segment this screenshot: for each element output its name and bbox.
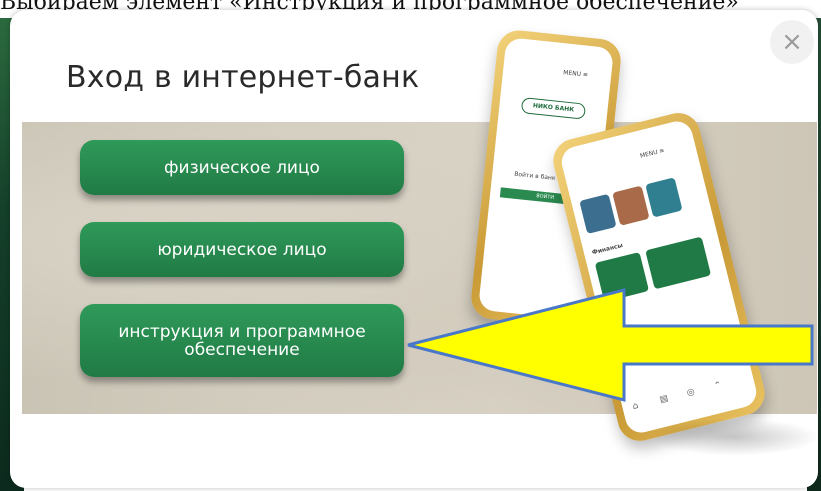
legal-entity-button-label: юридическое лицо	[157, 239, 327, 260]
promo-tile	[579, 193, 617, 235]
individual-button[interactable]: физическое лицо	[80, 140, 404, 195]
login-modal: Вход в интернет-банк × физическое лицо ю…	[10, 10, 818, 488]
close-icon: ×	[781, 27, 803, 57]
phone2-section-title: Финансы	[591, 241, 624, 257]
phone2-menu: MENU ≡	[639, 147, 666, 160]
modal-title: Вход в интернет-банк	[66, 60, 420, 95]
bank-logo: НИКО БАНК	[520, 97, 587, 120]
promo-tile	[612, 185, 650, 226]
instructions-label-line2: обеспечение	[184, 339, 300, 360]
individual-button-label: физическое лицо	[164, 157, 320, 178]
phone1-login-text: Войти в банк	[513, 170, 556, 182]
finance-card	[645, 236, 712, 290]
promo-tile	[645, 177, 683, 218]
legal-entity-button[interactable]: юридическое лицо	[80, 222, 404, 277]
instructions-button-label: инструкция и программное обеспечение	[118, 323, 365, 359]
pointer-arrow	[407, 288, 814, 402]
close-button[interactable]: ×	[770, 20, 814, 64]
phone-shadow	[650, 418, 818, 456]
phone1-menu: MENU ≡	[562, 69, 589, 79]
instructions-software-button[interactable]: инструкция и программное обеспечение	[80, 304, 404, 377]
instructions-label-line1: инструкция и программное	[118, 321, 366, 342]
arrow-shape	[407, 288, 814, 402]
